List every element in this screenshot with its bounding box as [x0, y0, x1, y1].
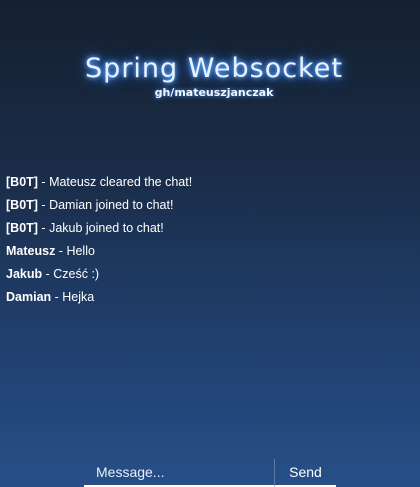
message-text: Jakub joined to chat! [49, 221, 164, 235]
message-text: Hejka [62, 290, 95, 304]
message-author: Mateusz [6, 244, 56, 258]
chat-message: [B0T] - Mateusz cleared the chat! [6, 171, 406, 194]
message-text: Mateusz cleared the chat! [49, 175, 193, 189]
message-text: Hello [66, 244, 95, 258]
message-author: [B0T] [6, 175, 38, 189]
message-separator: - [37, 221, 50, 235]
message-author: [B0T] [6, 198, 38, 212]
chat-message-list: [B0T] - Mateusz cleared the chat! [B0T] … [6, 171, 406, 309]
send-button[interactable]: Send [274, 459, 336, 487]
message-separator: - [51, 290, 63, 304]
message-text: Cześć :) [53, 267, 100, 281]
message-author: Damian [6, 290, 52, 304]
message-separator: - [42, 267, 54, 281]
chat-message: [B0T] - Jakub joined to chat! [6, 217, 406, 240]
app-title: Spring Websocket [85, 53, 343, 84]
app-header: Spring Websocket gh/mateuszjanczak [0, 52, 420, 100]
message-author: Jakub [6, 267, 43, 281]
message-separator: - [37, 175, 50, 189]
chat-message: Damian - Hejka [6, 286, 406, 309]
chat-message: [B0T] - Damian joined to chat! [6, 194, 406, 217]
message-composer: Send [84, 459, 336, 487]
message-separator: - [37, 198, 50, 212]
message-author: [B0T] [6, 221, 38, 235]
message-text: Damian joined to chat! [49, 198, 174, 212]
app-subtitle: gh/mateuszjanczak [154, 86, 274, 99]
message-separator: - [55, 244, 67, 258]
chat-message: Jakub - Cześć :) [6, 263, 406, 286]
message-input[interactable] [84, 459, 274, 487]
chat-message: Mateusz - Hello [6, 240, 406, 263]
